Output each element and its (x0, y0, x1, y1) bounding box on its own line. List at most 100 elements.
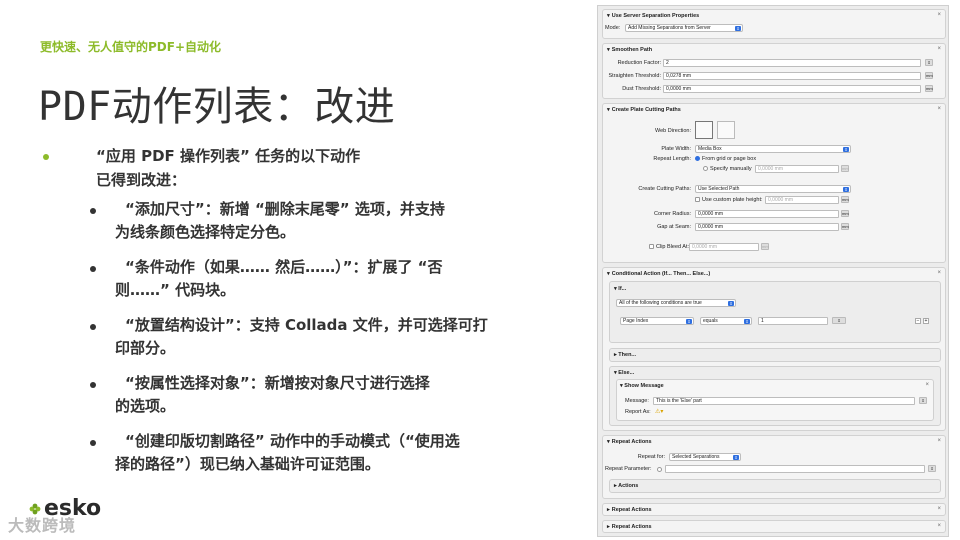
section-title: Repeat Actions (611, 524, 652, 530)
clip-bleed-label: Clip Bleed At: (656, 244, 690, 250)
disclosure-icon[interactable]: ▾ (607, 439, 610, 445)
repeat-parameter-input[interactable] (665, 465, 925, 473)
warning-icon[interactable]: ⚠▾ (655, 408, 663, 415)
plate-width-select[interactable]: Media Box ⇕ (695, 145, 851, 153)
dropdown-icon: ⇕ (728, 301, 734, 306)
show-message-block: ▾ Show Message × Message: This is the 'E… (616, 379, 934, 421)
dust-threshold-input[interactable]: 0,0000 mm (663, 85, 921, 93)
actions-header[interactable]: ▸ Actions (614, 483, 638, 489)
create-cutting-paths-select[interactable]: Use Selected Path ⇕ (695, 185, 851, 193)
section-header[interactable]: ▾ Repeat Actions (607, 439, 652, 445)
create-cutting-paths-label: Create Cutting Paths: (638, 186, 691, 192)
stepper-icon[interactable]: ⇕ (925, 59, 933, 66)
disclosure-icon[interactable]: ▸ (607, 524, 610, 530)
disclosure-icon[interactable]: ▾ (607, 107, 610, 113)
reduction-factor-label: Reduction Factor: (617, 60, 661, 66)
condition-value-unit-select[interactable]: ⇕ (832, 317, 846, 324)
message-input[interactable]: This is the 'Else' part (653, 397, 915, 405)
close-icon[interactable]: × (937, 46, 941, 52)
plate-width-label: Plate Width: (661, 146, 691, 152)
condition-operator-select[interactable]: equals ⇕ (700, 317, 752, 325)
close-icon[interactable]: × (937, 106, 941, 112)
section-title: Repeat Actions (611, 439, 652, 445)
disclosure-icon[interactable]: ▾ (607, 47, 610, 53)
section-header[interactable]: ▸ Repeat Actions (607, 524, 652, 530)
bullet-dot (90, 208, 96, 214)
disclosure-icon[interactable]: ▾ (607, 13, 610, 19)
sub-bullet-line2: 则……” 代码块。 (115, 281, 236, 299)
section-server-separation: ▾ Use Server Separation Properties × Mode… (602, 9, 946, 39)
web-direction-label: Web Direction: (655, 128, 691, 134)
section-header[interactable]: ▾ Smoothen Path (607, 47, 652, 53)
add-condition-button[interactable]: + (923, 318, 929, 324)
dropdown-icon: ⇕ (686, 319, 692, 324)
clip-bleed-input[interactable]: 0,0000 mm (689, 243, 759, 251)
close-icon[interactable]: × (937, 12, 941, 18)
clip-bleed-checkbox[interactable] (649, 244, 654, 249)
unit-select[interactable]: mm (925, 85, 933, 92)
bullet-dot (90, 266, 96, 272)
section-header[interactable]: ▸ Repeat Actions (607, 507, 652, 513)
corner-radius-input[interactable]: 0,0000 mm (695, 210, 839, 218)
close-icon[interactable]: × (937, 506, 941, 512)
unit-select[interactable]: mm (925, 72, 933, 79)
else-block: ▾ Else... ▾ Show Message × Message: This… (609, 366, 941, 426)
web-direction-option-1[interactable] (695, 121, 713, 139)
repeat-length-input[interactable]: 0,0000 mm (755, 165, 839, 173)
section-header[interactable]: ▾ Conditional Action (If... Then... Else.… (607, 271, 710, 277)
sub-bullet: “条件动作（如果…… 然后……）”：扩展了 “否 则……” 代码块。 (40, 256, 590, 302)
condition-value-input[interactable]: 1 (758, 317, 828, 325)
mode-select[interactable]: Add Missing Separations from Server ⇕ (625, 24, 743, 32)
action-list-panel: ▾ Use Server Separation Properties × Mode… (597, 5, 949, 537)
radio-specify-manually-label: Specify manually (710, 166, 752, 172)
section-header[interactable]: ▾ Use Server Separation Properties (607, 13, 699, 19)
radio-specify-manually[interactable] (703, 166, 708, 171)
condition-field-select[interactable]: Page Index ⇕ (620, 317, 694, 325)
watermark: 大数跨境 (8, 516, 77, 535)
conditions-mode-select[interactable]: All of the following conditions are true… (616, 299, 736, 307)
bullet-dot (90, 324, 96, 330)
unit-select[interactable]: mm (841, 210, 849, 217)
main-bullet: “应用 PDF 操作列表” 任务的以下动作 已得到改进： (40, 144, 590, 192)
close-icon[interactable]: × (937, 523, 941, 529)
close-icon[interactable]: × (937, 270, 941, 276)
section-title: Repeat Actions (611, 507, 652, 513)
unit-select[interactable]: mm (841, 165, 849, 172)
else-header[interactable]: ▾ Else... (614, 370, 634, 376)
reduction-factor-input[interactable]: 2 (663, 59, 921, 67)
straighten-threshold-input[interactable]: 0,0278 mm (663, 72, 921, 80)
sub-bullet-line1: “条件动作（如果…… 然后……）”：扩展了 “否 (125, 258, 443, 276)
report-as-label: Report As: (625, 409, 651, 415)
radio-from-grid[interactable] (695, 156, 700, 161)
unit-select[interactable]: mm (841, 196, 849, 203)
repeat-for-select[interactable]: Selected Separations ⇕ (669, 453, 741, 461)
unit-select[interactable]: mm (841, 223, 849, 230)
parameter-variable-button[interactable]: ⇕ (928, 465, 936, 472)
if-block: ▾ If... All of the following conditions … (609, 281, 941, 343)
custom-height-checkbox[interactable] (695, 197, 700, 202)
parameter-info-icon[interactable] (657, 467, 662, 472)
then-block: ▸ Then... (609, 348, 941, 362)
section-smoothen-path: ▾ Smoothen Path × Reduction Factor: 2 ⇕ S… (602, 43, 946, 99)
then-header[interactable]: ▸ Then... (614, 352, 636, 358)
bullet-dot (90, 440, 96, 446)
message-label: Message: (625, 398, 649, 404)
remove-condition-button[interactable]: − (915, 318, 921, 324)
unit-select[interactable]: mm (761, 243, 769, 250)
message-variable-button[interactable]: ⇕ (919, 397, 927, 404)
close-icon[interactable]: × (925, 382, 929, 388)
gap-at-seam-input[interactable]: 0,0000 mm (695, 223, 839, 231)
dropdown-icon: ⇕ (843, 187, 849, 192)
section-header[interactable]: ▾ Create Plate Cutting Paths (607, 107, 681, 113)
web-direction-option-2[interactable] (717, 121, 735, 139)
if-header[interactable]: ▾ If... (614, 286, 626, 292)
custom-height-input[interactable]: 0,0000 mm (765, 196, 839, 204)
repeat-length-label: Repeat Length: (653, 156, 691, 162)
slide-subtitle: 更快速、无人值守的PDF+自动化 (40, 40, 222, 54)
show-message-header[interactable]: ▾ Show Message (620, 383, 664, 389)
disclosure-icon[interactable]: ▸ (607, 507, 610, 513)
disclosure-icon[interactable]: ▾ (607, 271, 610, 277)
sub-bullet: “按属性选择对象”：新增按对象尺寸进行选择 的选项。 (40, 372, 590, 418)
mode-label: Mode: (605, 25, 621, 31)
close-icon[interactable]: × (937, 438, 941, 444)
